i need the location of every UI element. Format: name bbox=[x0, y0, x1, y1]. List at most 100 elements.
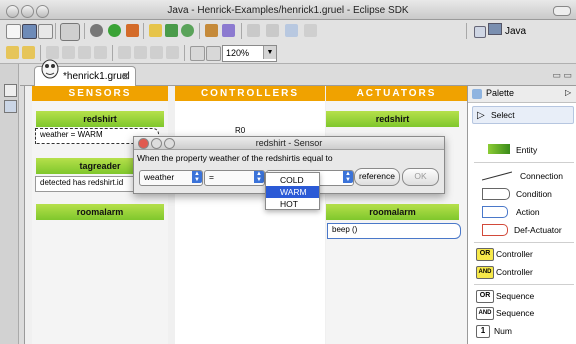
run-icon[interactable] bbox=[108, 24, 121, 37]
perspective-label: Java bbox=[505, 26, 527, 37]
and-sequence-icon: AND bbox=[476, 307, 494, 320]
window-titlebar: Java - Henrick-Examples/henrick1.gruel -… bbox=[0, 0, 576, 20]
reference-button[interactable]: reference bbox=[354, 168, 400, 186]
new-interface-icon[interactable] bbox=[181, 24, 194, 37]
main-toolbar: Java bbox=[0, 20, 576, 42]
palette-collapse-icon[interactable]: ▷ bbox=[565, 88, 571, 97]
back-icon[interactable] bbox=[285, 24, 298, 37]
dialog-close-button[interactable] bbox=[138, 138, 149, 149]
new-file-icon[interactable] bbox=[6, 24, 21, 39]
operator-combo-value: = bbox=[209, 172, 214, 182]
palette-or-controller-label: Controller bbox=[496, 249, 533, 259]
palette-entity-label: Entity bbox=[516, 145, 538, 155]
palette-num-tool[interactable]: 1 Num bbox=[476, 323, 566, 339]
palette-or-controller-tool[interactable]: OR Controller bbox=[476, 246, 566, 262]
connection-line-icon bbox=[482, 171, 512, 181]
option-cold[interactable]: COLD bbox=[266, 174, 319, 186]
actuator-roomalarm[interactable]: roomalarm bbox=[326, 204, 459, 220]
java-perspective-button[interactable]: Java bbox=[488, 23, 548, 38]
palette-separator bbox=[474, 162, 574, 163]
alignment-left-icon[interactable] bbox=[6, 46, 19, 59]
diagram-canvas[interactable]: SENSORS CONTROLLERS ACTUATORS redshirt w… bbox=[24, 86, 467, 344]
palette-separator bbox=[474, 284, 574, 285]
align-middle-icon[interactable] bbox=[62, 46, 75, 59]
left-view-strip bbox=[0, 64, 19, 344]
stepper-icon: ▲ ▼ bbox=[192, 171, 202, 183]
grid-icon[interactable] bbox=[190, 46, 205, 61]
match-height-icon[interactable] bbox=[134, 46, 147, 59]
ok-button[interactable]: OK bbox=[402, 168, 439, 186]
palette-separator bbox=[474, 242, 574, 243]
sensor-roomalarm[interactable]: roomalarm bbox=[36, 204, 164, 220]
editor-tab[interactable]: *henrick1.gruel ⊠ bbox=[34, 59, 136, 87]
save-icon[interactable] bbox=[22, 24, 37, 39]
actuator-redshirt[interactable]: redshirt bbox=[326, 111, 459, 127]
option-hot[interactable]: HOT bbox=[266, 198, 319, 210]
next-annotation-icon[interactable] bbox=[247, 24, 260, 37]
operator-combo[interactable]: = ▲ ▼ bbox=[204, 170, 265, 186]
ruler-icon[interactable] bbox=[206, 46, 221, 61]
option-warm[interactable]: WARM bbox=[266, 186, 319, 198]
def-actuator-icon bbox=[482, 224, 508, 236]
palette-and-controller-tool[interactable]: AND Controller bbox=[476, 264, 566, 280]
actuator-action-beep[interactable]: beep () bbox=[327, 223, 461, 239]
controllers-column-header: CONTROLLERS bbox=[175, 86, 325, 101]
palette-or-sequence-tool[interactable]: OR Sequence bbox=[476, 288, 566, 304]
layout-icon[interactable] bbox=[166, 46, 179, 59]
palette-or-sequence-label: Sequence bbox=[496, 291, 535, 301]
value-dropdown-list: COLD WARM HOT bbox=[265, 172, 320, 210]
minimize-maximize-icon[interactable]: ▭ ▭ bbox=[552, 70, 572, 81]
palette-action-tool[interactable]: Action bbox=[482, 204, 572, 220]
prev-annotation-icon[interactable] bbox=[266, 24, 279, 37]
zoom-value: 120% bbox=[226, 48, 250, 58]
palette-action-label: Action bbox=[516, 207, 540, 217]
close-icon[interactable]: ⊠ bbox=[122, 71, 130, 82]
new-package-icon[interactable] bbox=[149, 24, 162, 37]
palette-and-sequence-tool[interactable]: AND Sequence bbox=[476, 305, 566, 321]
toolbar-separator bbox=[466, 23, 467, 39]
actuators-column-header: ACTUATORS bbox=[326, 86, 467, 101]
toolbar-separator bbox=[241, 23, 242, 39]
alignment-center-icon[interactable] bbox=[22, 46, 35, 59]
align-bottom-icon[interactable] bbox=[78, 46, 91, 59]
zoom-combo[interactable]: 120% ▼ bbox=[222, 45, 277, 62]
chevron-down-icon[interactable]: ▼ bbox=[263, 46, 276, 59]
dialog-minimize-button[interactable] bbox=[151, 138, 162, 149]
controller-r0[interactable]: R0 bbox=[235, 126, 245, 135]
property-combo[interactable]: weather ▲ ▼ bbox=[139, 170, 203, 186]
entity-icon bbox=[488, 144, 510, 154]
dialog-titlebar: redshirt - Sensor bbox=[134, 137, 444, 150]
dialog-question: When the property weather of the redshir… bbox=[137, 153, 333, 163]
palette-icon bbox=[472, 89, 482, 99]
match-width-icon[interactable] bbox=[118, 46, 131, 59]
distribute-icon[interactable] bbox=[150, 46, 163, 59]
search-icon[interactable] bbox=[222, 24, 235, 37]
palette-condition-tool[interactable]: Condition bbox=[482, 186, 572, 202]
java-perspective-icon bbox=[488, 23, 502, 35]
external-tools-icon[interactable] bbox=[126, 24, 139, 37]
condition-icon bbox=[482, 188, 510, 200]
open-perspective-icon[interactable] bbox=[474, 26, 486, 38]
or-badge-icon: OR bbox=[476, 248, 494, 261]
sensor-redshirt[interactable]: redshirt bbox=[36, 111, 164, 127]
palette-select-tool[interactable]: ▷ Select bbox=[472, 106, 574, 124]
stepper-icon: ▲ ▼ bbox=[343, 171, 353, 183]
palette-def-actuator-tool[interactable]: Def-Actuator bbox=[482, 222, 572, 238]
toolbar-separator bbox=[112, 45, 113, 61]
debug-icon[interactable] bbox=[90, 24, 103, 37]
palette-entity-tool[interactable]: Entity bbox=[488, 142, 576, 158]
restore-view-icon[interactable] bbox=[4, 84, 17, 97]
package-explorer-icon[interactable] bbox=[4, 100, 17, 113]
open-type-icon[interactable] bbox=[205, 24, 218, 37]
property-combo-value: weather bbox=[144, 172, 175, 182]
toolbar-toggle-button[interactable] bbox=[553, 6, 571, 16]
gruel-icon[interactable] bbox=[60, 23, 80, 41]
dialog-zoom-button[interactable] bbox=[164, 138, 175, 149]
new-class-icon[interactable] bbox=[165, 24, 178, 37]
palette-drawer-divider[interactable] bbox=[474, 126, 574, 132]
forward-icon[interactable] bbox=[304, 24, 317, 37]
toolbar-separator bbox=[84, 23, 85, 39]
align-right-icon[interactable] bbox=[94, 46, 107, 59]
print-icon[interactable] bbox=[38, 24, 53, 39]
palette-connection-tool[interactable]: Connection bbox=[482, 168, 572, 184]
